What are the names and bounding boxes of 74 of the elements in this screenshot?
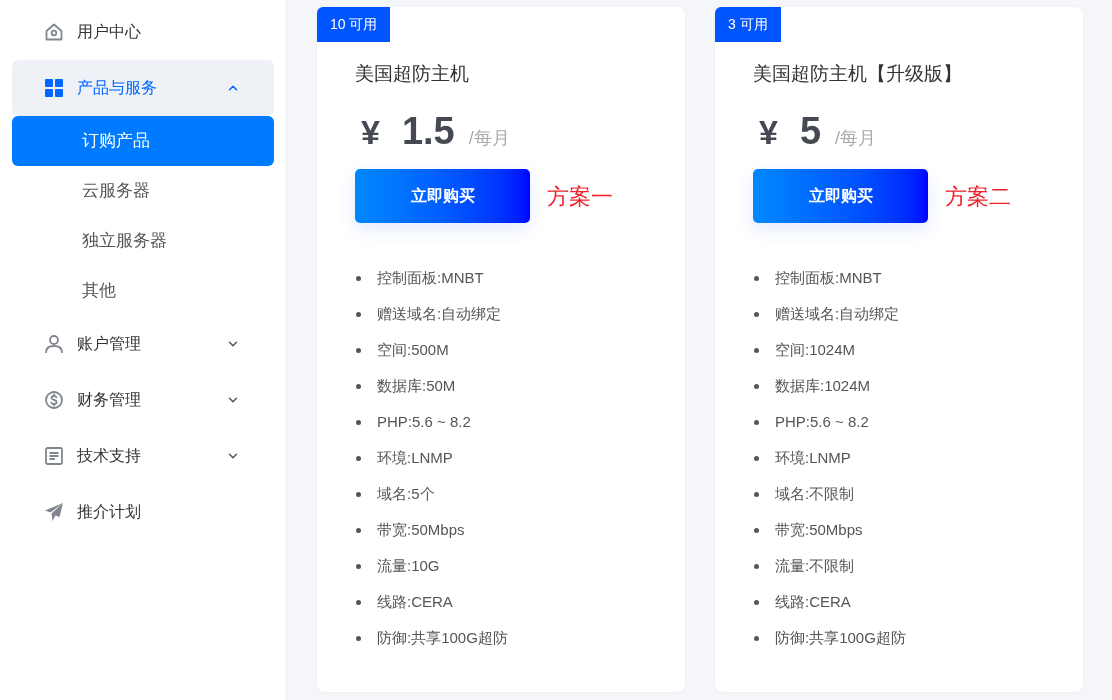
bullet-icon	[356, 527, 361, 533]
buy-button[interactable]: 立即购买	[753, 169, 928, 223]
sidebar-item[interactable]: 技术支持	[12, 428, 274, 484]
bullet-icon	[754, 383, 759, 389]
submenu-item[interactable]: 云服务器	[12, 166, 274, 216]
bullet-icon	[754, 527, 759, 533]
bullet-icon	[356, 563, 361, 569]
home-icon	[45, 23, 63, 41]
feature-text: 防御:共享100G超防	[377, 627, 508, 648]
feature-text: 数据库:50M	[377, 375, 456, 396]
submenu-item[interactable]: 其他	[12, 266, 274, 316]
bullet-icon	[754, 491, 759, 497]
feature-text: 环境:LNMP	[377, 447, 453, 468]
currency-symbol: ¥	[361, 112, 380, 153]
sidebar-item[interactable]: 账户管理	[12, 316, 274, 372]
submenu-item[interactable]: 独立服务器	[12, 216, 274, 266]
dollar-circle-icon	[45, 391, 63, 409]
submenu-item[interactable]: 订购产品	[12, 116, 274, 166]
bullet-icon	[356, 455, 361, 461]
grid-icon	[45, 79, 63, 97]
bullet-icon	[356, 491, 361, 497]
currency-symbol: ¥	[759, 112, 778, 153]
feature-text: 环境:LNMP	[775, 447, 851, 468]
bullet-icon	[754, 419, 759, 425]
bullet-icon	[754, 275, 759, 281]
feature-text: 赠送域名:自动绑定	[775, 303, 900, 324]
price-amount: 5	[799, 109, 822, 153]
stock-badge: 3 可用	[715, 7, 781, 42]
price-amount: 1.5	[401, 109, 455, 153]
bullet-icon	[754, 311, 759, 317]
feature-text: 控制面板:MNBT	[775, 267, 882, 288]
bullet-icon	[754, 455, 759, 461]
feature-text: 赠送域名:自动绑定	[377, 303, 502, 324]
feature-text: 数据库:1024M	[775, 375, 871, 396]
bullet-icon	[754, 599, 759, 605]
feature-text: 线路:CERA	[775, 591, 851, 612]
bullet-icon	[754, 347, 759, 353]
bullet-icon	[356, 419, 361, 425]
price-period: /每月	[468, 127, 510, 150]
sidebar-item[interactable]: 财务管理	[12, 372, 274, 428]
bullet-icon	[356, 383, 361, 389]
feature-text: 带宽:50Mbps	[775, 519, 863, 540]
feature-text: 带宽:50Mbps	[377, 519, 465, 540]
feature-text: 空间:1024M	[775, 339, 856, 360]
sidebar-item[interactable]: 产品与服务	[12, 60, 274, 116]
price-period: /每月	[835, 127, 877, 150]
user-icon	[45, 335, 63, 353]
bullet-icon	[356, 635, 361, 641]
feature-text: 线路:CERA	[377, 591, 453, 612]
feature-text: 控制面板:MNBT	[377, 267, 484, 288]
feature-text: 域名:不限制	[775, 483, 855, 504]
buy-button[interactable]: 立即购买	[355, 169, 530, 223]
feature-text: 流量:10G	[377, 555, 440, 576]
paper-plane-icon	[45, 503, 63, 521]
bullet-icon	[754, 563, 759, 569]
bullet-icon	[356, 275, 361, 281]
plan-title: 美国超防主机	[355, 62, 470, 86]
feature-text: PHP:5.6 ~ 8.2	[377, 411, 471, 432]
bullet-icon	[356, 311, 361, 317]
bullet-icon	[356, 347, 361, 353]
sidebar-item[interactable]: 用户中心	[12, 4, 274, 60]
stock-badge: 10 可用	[317, 7, 391, 42]
sidebar-item[interactable]: 推介计划	[12, 484, 274, 540]
bullet-icon	[754, 635, 759, 641]
feature-text: PHP:5.6 ~ 8.2	[775, 411, 869, 432]
plan-label: 方案一	[547, 182, 613, 211]
document-icon	[45, 447, 63, 465]
feature-text: 域名:5个	[377, 483, 435, 504]
feature-text: 空间:500M	[377, 339, 449, 360]
plan-title: 美国超防主机【升级版】	[753, 62, 963, 86]
feature-text: 防御:共享100G超防	[775, 627, 906, 648]
feature-text: 流量:不限制	[775, 555, 855, 576]
bullet-icon	[356, 599, 361, 605]
plan-label: 方案二	[945, 182, 1011, 211]
